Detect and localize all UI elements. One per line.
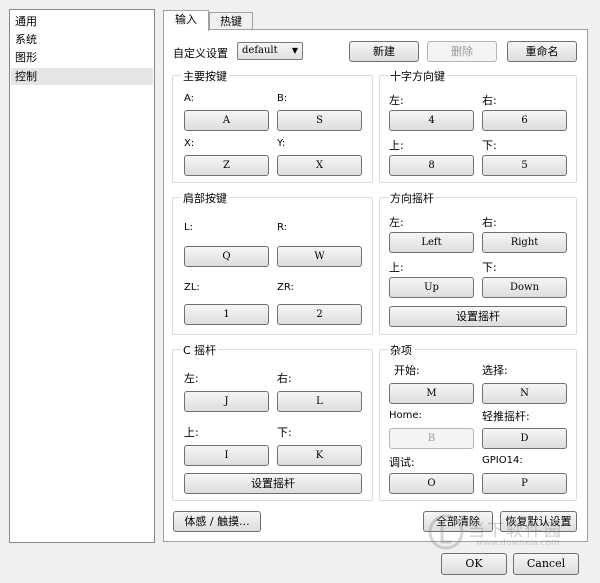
light-stick-label: 轻推摇杆: (482, 410, 530, 423)
b-binding-button[interactable]: S (277, 110, 362, 131)
home-label: Home: (389, 410, 422, 421)
x-label: X: (184, 138, 195, 149)
sidebar-item-general[interactable]: 通用 (11, 13, 153, 30)
group-title: 十字方向键 (388, 68, 447, 84)
cstick-right-label: 右: (277, 372, 292, 385)
y-binding-button[interactable]: X (277, 155, 362, 176)
watermark: 当下软件园 www.downxia.com (428, 510, 578, 558)
new-profile-button[interactable]: 新建 (349, 41, 419, 62)
dpad-right-binding-button[interactable]: 6 (482, 110, 567, 131)
c-stick-group: C 摇杆 左: 右: J L 上: 下: I K 设置摇杆 (172, 342, 373, 501)
sidebar-item-controls[interactable]: 控制 (11, 68, 153, 85)
rename-profile-button[interactable]: 重命名 (507, 41, 577, 62)
x-binding-button[interactable]: Z (184, 155, 269, 176)
setup-c-stick-button[interactable]: 设置摇杆 (184, 473, 362, 494)
gpio14-binding-button[interactable]: P (482, 473, 567, 494)
cancel-button[interactable]: Cancel (513, 553, 579, 575)
dpad-down-binding-button[interactable]: 5 (482, 155, 567, 176)
select-label: 选择: (482, 364, 508, 377)
circle-pad-group: 方向摇杆 左: 右: Left Right 上: 下: Up Down 设置摇杆 (379, 190, 577, 335)
profile-label: 自定义设置 (173, 47, 228, 60)
watermark-url: www.downxia.com (476, 538, 560, 548)
debug-binding-button[interactable]: O (389, 473, 474, 494)
cstick-right-binding-button[interactable]: L (277, 391, 362, 412)
zl-label: ZL: (184, 282, 200, 293)
cstick-down-binding-button[interactable]: K (277, 445, 362, 466)
gpio14-label: GPIO14: (482, 455, 523, 466)
circle-up-label: 上: (389, 261, 404, 274)
dpad-left-label: 左: (389, 94, 404, 107)
start-binding-button[interactable]: M (389, 383, 474, 404)
l-binding-button[interactable]: Q (184, 246, 269, 267)
circle-right-binding-button[interactable]: Right (482, 232, 567, 253)
circle-up-binding-button[interactable]: Up (389, 277, 474, 298)
dpad-down-label: 下: (482, 139, 497, 152)
a-binding-button[interactable]: A (184, 110, 269, 131)
profile-select[interactable]: default ▼ (237, 42, 303, 60)
cstick-up-binding-button[interactable]: I (184, 445, 269, 466)
dpad-left-binding-button[interactable]: 4 (389, 110, 474, 131)
light-stick-binding-button[interactable]: D (482, 428, 567, 449)
zr-label: ZR: (277, 282, 294, 293)
y-label: Y: (277, 138, 286, 149)
cstick-up-label: 上: (184, 426, 199, 439)
shoulder-buttons-group: 肩部按键 L: R: Q W ZL: ZR: 1 2 (172, 190, 373, 335)
input-settings-panel: 自定义设置 default ▼ 新建 删除 重命名 主要按键 A: B: A S… (163, 29, 588, 542)
sidebar-item-graphics[interactable]: 图形 (11, 49, 153, 66)
a-label: A: (184, 93, 195, 104)
circle-left-label: 左: (389, 216, 404, 229)
l-label: L: (184, 222, 193, 233)
r-label: R: (277, 222, 288, 233)
misc-group: 杂项 开始: 选择: M N Home: 轻推摇杆: B D 调试: GPIO1… (379, 342, 577, 501)
circle-right-label: 右: (482, 216, 497, 229)
dpad-up-label: 上: (389, 139, 404, 152)
zl-binding-button[interactable]: 1 (184, 304, 269, 325)
dpad-right-label: 右: (482, 94, 497, 107)
cstick-down-label: 下: (277, 426, 292, 439)
group-title: 主要按键 (181, 68, 229, 84)
group-title: 肩部按键 (181, 190, 229, 206)
main-buttons-group: 主要按键 A: B: A S X: Y: Z X (172, 68, 373, 183)
b-label: B: (277, 93, 288, 104)
group-title: C 摇杆 (181, 342, 219, 358)
start-label: 开始: (394, 364, 420, 377)
settings-category-list[interactable]: 通用 系统 图形 控制 (9, 9, 155, 543)
profile-select-value: default (242, 45, 278, 56)
zr-binding-button[interactable]: 2 (277, 304, 362, 325)
r-binding-button[interactable]: W (277, 246, 362, 267)
circle-left-binding-button[interactable]: Left (389, 232, 474, 253)
cstick-left-label: 左: (184, 372, 199, 385)
tab-hotkeys[interactable]: 热键 (209, 12, 253, 30)
chevron-down-icon: ▼ (291, 46, 298, 55)
ok-button[interactable]: OK (441, 553, 507, 575)
debug-label: 调试: (389, 456, 415, 469)
circle-down-label: 下: (482, 261, 497, 274)
home-binding-button[interactable]: B (389, 428, 474, 449)
group-title: 方向摇杆 (388, 190, 436, 206)
setup-circle-pad-button[interactable]: 设置摇杆 (389, 306, 567, 327)
motion-touch-button[interactable]: 体感 / 触摸... (173, 511, 261, 532)
group-title: 杂项 (388, 342, 414, 358)
cstick-left-binding-button[interactable]: J (184, 391, 269, 412)
circle-down-binding-button[interactable]: Down (482, 277, 567, 298)
sidebar-item-system[interactable]: 系统 (11, 31, 153, 48)
select-binding-button[interactable]: N (482, 383, 567, 404)
dpad-up-binding-button[interactable]: 8 (389, 155, 474, 176)
dpad-group: 十字方向键 左: 右: 4 6 上: 下: 8 5 (379, 68, 577, 183)
tab-input[interactable]: 输入 (163, 10, 209, 31)
delete-profile-button[interactable]: 删除 (427, 41, 497, 62)
